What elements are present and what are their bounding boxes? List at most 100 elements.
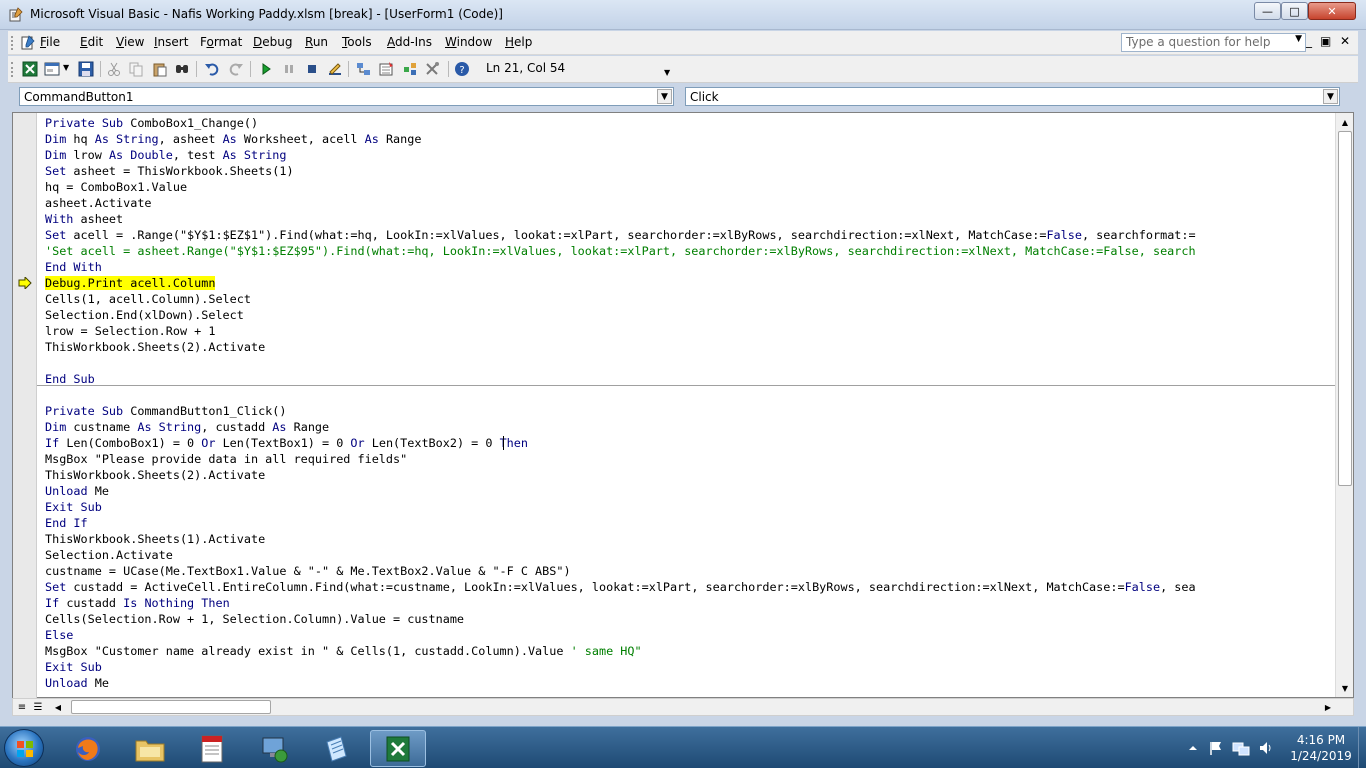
code-line[interactable]: Debug.Print acell.Column [45, 275, 1335, 291]
save-button[interactable] [78, 61, 94, 77]
close-button[interactable]: ✕ [1308, 2, 1356, 20]
project-explorer-button[interactable] [356, 61, 372, 77]
find-button[interactable] [174, 61, 190, 77]
horizontal-scroll-thumb[interactable] [71, 700, 271, 714]
scroll-down-icon[interactable]: ▼ [1337, 680, 1353, 696]
code-line[interactable]: End With [45, 259, 1335, 275]
design-mode-button[interactable] [327, 61, 343, 77]
code-window[interactable]: Private Sub ComboBox1_Change() Dim hq As … [12, 112, 1354, 699]
paste-button[interactable] [152, 61, 168, 77]
full-module-view-icon[interactable]: ☰ [31, 700, 45, 714]
code-line[interactable]: If custadd Is Nothing Then [45, 595, 1335, 611]
code-line[interactable]: Exit Sub [45, 499, 1335, 515]
firefox-taskbar-button[interactable] [60, 730, 116, 767]
doc-restore-button[interactable]: ▣ [1320, 34, 1331, 48]
run-button[interactable] [258, 61, 274, 77]
vba-menu-icon[interactable] [20, 35, 36, 51]
show-desktop-button[interactable] [1358, 727, 1366, 768]
network-status-icon[interactable] [1232, 740, 1250, 756]
menu-format[interactable]: Format [200, 35, 242, 49]
menu-tools[interactable]: Tools [342, 35, 372, 49]
code-line[interactable]: Set asheet = ThisWorkbook.Sheets(1) [45, 163, 1335, 179]
chevron-down-icon[interactable]: ▼ [1323, 89, 1338, 104]
system-clock[interactable]: 4:16 PM 1/24/2019 [1286, 732, 1356, 764]
code-line[interactable]: ThisWorkbook.Sheets(2).Activate [45, 339, 1335, 355]
reset-button[interactable] [304, 61, 320, 77]
view-excel-button[interactable] [22, 61, 38, 77]
code-line[interactable]: ThisWorkbook.Sheets(1).Activate [45, 531, 1335, 547]
insert-dropdown-icon[interactable]: ▼ [63, 63, 69, 72]
start-button[interactable] [4, 729, 44, 767]
help-dropdown-icon[interactable]: ▼ [1295, 34, 1302, 44]
object-combo[interactable]: CommandButton1 ▼ [19, 87, 674, 106]
code-line[interactable]: asheet.Activate [45, 195, 1335, 211]
code-line[interactable]: Unload Me [45, 483, 1335, 499]
redo-button[interactable] [228, 61, 244, 77]
network-taskbar-button[interactable] [246, 730, 302, 767]
toolbox-button[interactable] [424, 61, 440, 77]
menu-add-ins[interactable]: Add-Ins [387, 35, 432, 49]
margin-indicator-bar[interactable] [13, 113, 37, 699]
copy-button[interactable] [128, 61, 144, 77]
break-button[interactable] [281, 61, 297, 77]
scroll-left-icon[interactable]: ◀ [51, 700, 65, 714]
procedure-view-icon[interactable]: ≡ [15, 700, 29, 714]
code-line[interactable]: Cells(Selection.Row + 1, Selection.Colum… [45, 611, 1335, 627]
explorer-taskbar-button[interactable] [122, 730, 178, 767]
code-line[interactable]: lrow = Selection.Row + 1 [45, 323, 1335, 339]
code-line[interactable]: MsgBox "Customer name already exist in "… [45, 643, 1335, 659]
vertical-scrollbar[interactable]: ▲ ▼ [1335, 113, 1353, 697]
code-line[interactable]: ThisWorkbook.Sheets(2).Activate [45, 467, 1335, 483]
code-editor[interactable]: Private Sub ComboBox1_Change() Dim hq As … [45, 115, 1335, 695]
maximize-button[interactable]: □ [1281, 2, 1308, 20]
scroll-right-icon[interactable]: ▶ [1321, 700, 1335, 714]
menu-view[interactable]: View [116, 35, 144, 49]
code-line[interactable]: Private Sub CommandButton1_Click() [45, 403, 1335, 419]
menubar-grip[interactable] [11, 36, 14, 50]
undo-button[interactable] [204, 61, 220, 77]
horizontal-scrollbar[interactable]: ≡ ☰ ◀ ▶ [12, 698, 1354, 716]
code-line[interactable]: 'Set acell = asheet.Range("$Y$1:$EZ$95")… [45, 243, 1335, 259]
code-line[interactable]: MsgBox "Please provide data in all requi… [45, 451, 1335, 467]
menu-insert[interactable]: Insert [154, 35, 188, 49]
code-line[interactable]: custname = UCase(Me.TextBox1.Value & "-"… [45, 563, 1335, 579]
toolbar-options-icon[interactable]: ▼ [664, 68, 672, 78]
code-line[interactable]: Selection.End(xlDown).Select [45, 307, 1335, 323]
menu-edit[interactable]: Edit [80, 35, 103, 49]
show-hidden-icons-icon[interactable] [1188, 743, 1198, 753]
code-line[interactable]: Cells(1, acell.Column).Select [45, 291, 1335, 307]
insert-userform-button[interactable] [44, 61, 60, 77]
code-line[interactable]: Dim hq As String, asheet As Worksheet, a… [45, 131, 1335, 147]
code-line[interactable]: With asheet [45, 211, 1335, 227]
minimize-button[interactable]: — [1254, 2, 1281, 20]
code-line[interactable]: Set custadd = ActiveCell.EntireColumn.Fi… [45, 579, 1335, 595]
help-search-input[interactable]: Type a question for help ▼ [1121, 33, 1306, 52]
code-line[interactable]: Exit Sub [45, 659, 1335, 675]
properties-button[interactable] [378, 61, 394, 77]
notepad-taskbar-button[interactable] [308, 730, 364, 767]
code-line[interactable]: End If [45, 515, 1335, 531]
tally-taskbar-button[interactable] [184, 730, 240, 767]
code-line[interactable] [45, 387, 1335, 403]
doc-close-button[interactable]: ✕ [1340, 34, 1350, 48]
menu-run[interactable]: Run [305, 35, 328, 49]
chevron-down-icon[interactable]: ▼ [657, 89, 672, 104]
code-line[interactable]: Dim lrow As Double, test As String [45, 147, 1335, 163]
code-line[interactable]: If Len(ComboBox1) = 0 Or Len(TextBox1) =… [45, 435, 1335, 451]
menu-debug[interactable]: Debug [253, 35, 292, 49]
code-line[interactable]: hq = ComboBox1.Value [45, 179, 1335, 195]
code-line[interactable]: Unload Me [45, 675, 1335, 691]
action-center-flag-icon[interactable] [1208, 740, 1224, 756]
code-line[interactable]: Dim custname As String, custadd As Range [45, 419, 1335, 435]
code-line[interactable] [45, 355, 1335, 371]
help-button[interactable]: ? [454, 61, 470, 77]
code-line[interactable]: Selection.Activate [45, 547, 1335, 563]
code-line[interactable]: Else [45, 627, 1335, 643]
menu-help[interactable]: Help [505, 35, 532, 49]
code-line[interactable]: Private Sub ComboBox1_Change() [45, 115, 1335, 131]
excel-taskbar-button[interactable] [370, 730, 426, 767]
scroll-up-icon[interactable]: ▲ [1337, 114, 1353, 130]
volume-icon[interactable] [1258, 740, 1274, 756]
code-line[interactable]: Set acell = .Range("$Y$1:$EZ$1").Find(wh… [45, 227, 1335, 243]
menu-file[interactable]: File [40, 35, 60, 49]
